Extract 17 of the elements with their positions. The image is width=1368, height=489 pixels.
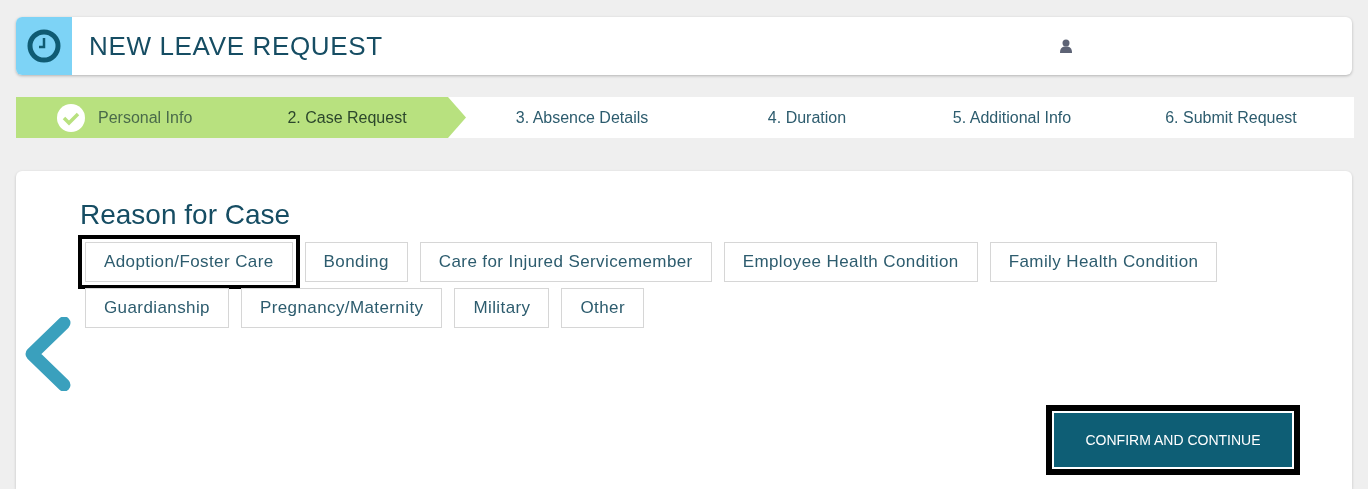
- reason-option[interactable]: Other: [561, 288, 644, 328]
- confirm-button[interactable]: CONFIRM AND CONTINUE: [1052, 411, 1294, 469]
- progress-step: 2. Case Request: [246, 97, 466, 138]
- reason-option[interactable]: Bonding: [304, 242, 408, 282]
- section-title: Reason for Case: [80, 198, 292, 232]
- check-icon: [56, 102, 86, 133]
- page-title: NEW LEAVE REQUEST: [89, 29, 383, 63]
- reason-option[interactable]: Employee Health Condition: [723, 242, 978, 282]
- reason-option[interactable]: Pregnancy/Maternity: [240, 288, 443, 328]
- reason-option[interactable]: Care for Injured Servicemember: [419, 242, 712, 282]
- reason-option[interactable]: Adoption/Foster Care: [85, 242, 293, 282]
- reason-option[interactable]: Family Health Condition: [989, 242, 1218, 282]
- clock-icon: [16, 17, 72, 75]
- progress-step: Personal Info: [16, 97, 246, 138]
- reason-option[interactable]: Guardianship: [85, 288, 229, 328]
- user-icon: [1060, 39, 1072, 53]
- reason-option[interactable]: Military: [454, 288, 550, 328]
